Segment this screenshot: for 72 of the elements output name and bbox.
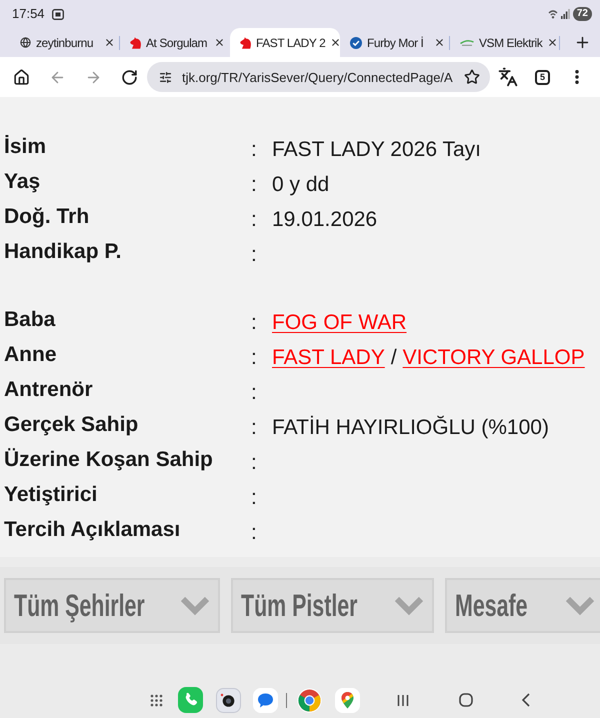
close-icon[interactable] [214,37,225,48]
map-pin-app-icon[interactable] [335,688,360,712]
field-separator: : [251,485,257,511]
field-label: Gerçek Sahip [4,412,138,438]
field-separator: : [251,242,257,268]
field-separator: : [251,137,257,163]
close-icon[interactable] [547,37,558,48]
browser-app-icon[interactable] [297,688,322,712]
browser-tab[interactable]: At Sorgulam [120,28,230,57]
field-label: İsim [4,134,46,160]
horse-name-link[interactable]: FAST LADY [272,340,385,375]
battery-indicator: 72 [572,7,592,21]
field-separator: : [251,520,257,546]
field-value: 0 y dd [272,172,330,198]
field-label: Doğ. Trh [4,204,90,230]
new-tab-icon[interactable] [574,34,591,51]
browser-tab[interactable]: zeytinburnu [10,28,120,57]
field-label: Yaş [4,169,40,195]
horse-head-icon [240,36,251,48]
filter-dropdown[interactable]: Tüm Şehirler [4,578,220,633]
site-settings-icon[interactable] [159,70,172,84]
field-label: Yetiştirici [4,482,98,508]
field-value: FATİH HAYIRLIOĞLU (%100) [272,414,549,441]
field-separator: : [251,380,257,406]
chevron-down-icon [394,596,424,616]
status-time: 17:54 [12,6,45,22]
chat-app-icon[interactable] [253,688,278,712]
signal-icon [560,9,570,19]
filter-dropdown[interactable]: Mesafe [445,578,600,633]
field-separator: : [251,450,257,476]
field-label: Anne [4,342,56,368]
field-label: Antrenör [4,377,93,403]
home-icon[interactable] [13,68,30,86]
field-separator: : [251,172,257,198]
chevron-down-icon [565,596,595,616]
reload-icon[interactable] [121,68,138,86]
horse-head-icon [130,36,141,48]
field-separator: : [251,415,257,441]
close-icon[interactable] [434,37,445,48]
slash-separator: / [390,345,397,371]
browser-tab[interactable]: VSM Elektrik [450,28,560,57]
horse-name-link[interactable]: VICTORY GALLOP [402,340,585,375]
field-separator: : [251,345,257,371]
back-button-icon[interactable] [522,693,530,707]
field-separator: : [251,207,257,233]
field-value: 19.01.2026 [272,207,378,233]
browser-tab[interactable]: FAST LADY 2 [230,28,340,57]
tab-switcher-button[interactable]: 5 [535,70,550,84]
home-button-icon[interactable] [459,693,473,707]
address-bar[interactable]: tjk.org/TR/YarisSever/Query/ConnectedPage/A [147,62,490,92]
frame-icon [52,8,64,20]
globe-icon [20,37,31,48]
bookmark-star-icon[interactable] [464,69,480,85]
field-label: Handikap P. [4,239,122,265]
field-label: Tercih Açıklaması [4,517,180,543]
recent-apps-icon[interactable] [397,694,409,706]
check-circle-icon [350,36,362,48]
browser-tab[interactable]: Furby Mor İ [340,28,450,57]
network-icon [548,9,558,19]
field-separator: : [251,310,257,336]
field-value: FAST LADY 2026 Tayı [272,137,481,163]
close-icon[interactable] [104,37,115,48]
translate-icon[interactable] [498,67,518,87]
chevron-down-icon [180,596,210,616]
camera-app-icon[interactable] [216,688,241,712]
apps-grid-icon[interactable] [150,694,163,706]
horse-name-link[interactable]: FOG OF WAR [272,305,407,340]
close-icon[interactable] [330,37,342,48]
swoosh-logo-icon [460,39,474,46]
field-label: Baba [4,307,56,333]
filter-dropdown[interactable]: Tüm Pistler [231,578,434,633]
field-label: Üzerine Koşan Sahip [4,447,213,473]
